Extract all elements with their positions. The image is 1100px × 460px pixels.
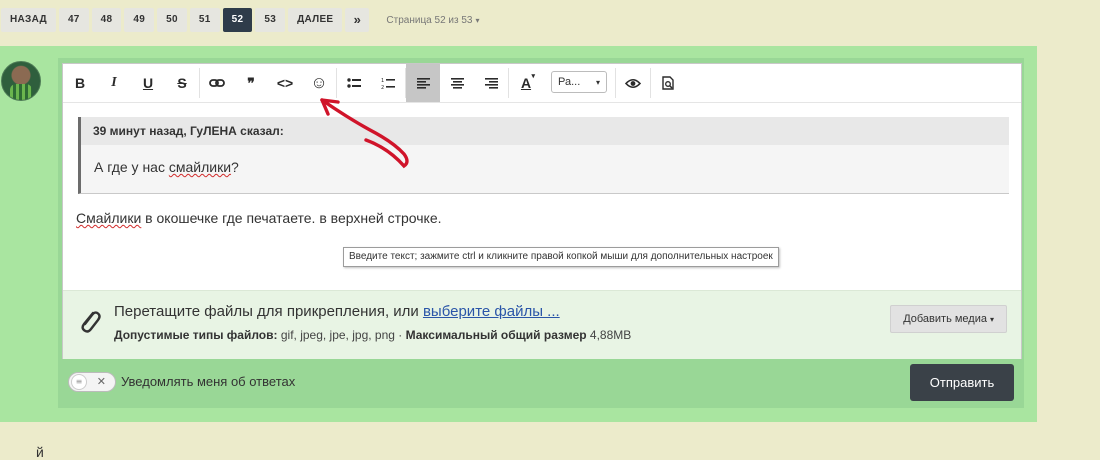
chevron-down-icon: ▾ <box>475 15 480 25</box>
font-size-select[interactable]: Ра... ▾ <box>551 71 607 93</box>
avatar[interactable] <box>1 61 41 101</box>
editor-hint-tooltip: Введите текст; зажмите ctrl и кликните п… <box>343 247 779 267</box>
numbered-list-icon: 1 2 <box>381 78 395 90</box>
allowed-types-value: gif, jpeg, jpe, jpg, png · <box>277 328 406 342</box>
pagination: НАЗАД 47 48 49 50 51 52 53 ДАЛЕЕ » Стран… <box>1 8 480 32</box>
quote-button[interactable]: ❞ <box>234 64 268 102</box>
smiley-icon: ☺ <box>310 73 328 92</box>
attachment-drag-text: Перетащите файлы для прикрепления, или <box>114 303 423 320</box>
align-center-button[interactable] <box>440 64 474 102</box>
message-rest: в окошечке где печатаете. в верхней стро… <box>141 210 442 226</box>
align-left-icon <box>416 77 430 89</box>
toggle-off-icon: ✕ <box>96 375 106 388</box>
preview-button[interactable] <box>616 64 650 102</box>
link-button[interactable] <box>200 64 234 102</box>
next-post-text-fragment: й <box>36 444 44 460</box>
quote-text-suffix: ? <box>231 159 239 175</box>
bold-button[interactable]: B <box>63 64 97 102</box>
add-media-button[interactable]: Добавить медиа ▾ <box>890 305 1007 333</box>
code-button[interactable]: <> <box>268 64 302 102</box>
rich-text-editor[interactable]: B I U S ❞ <> ☺ 1 2 A ▾ Ра... ▾ 39 минут … <box>62 63 1022 359</box>
submit-reply-button[interactable]: Отправить <box>910 364 1014 401</box>
allowed-types-label: Допустимые типы файлов: <box>114 328 278 342</box>
align-right-button[interactable] <box>474 64 508 102</box>
page-51-button[interactable]: 51 <box>189 8 220 32</box>
align-center-icon <box>450 77 464 89</box>
page-47-button[interactable]: 47 <box>58 8 89 32</box>
document-search-icon <box>661 76 674 90</box>
emoji-button[interactable]: ☺ <box>302 64 336 102</box>
numbered-list-button[interactable]: 1 2 <box>371 64 405 102</box>
editor-toolbar: B I U S ❞ <> ☺ 1 2 A ▾ Ра... ▾ <box>63 64 1021 103</box>
bullet-list-icon <box>347 78 361 88</box>
attachment-drop-zone[interactable]: Перетащите файлы для прикрепления, или в… <box>63 290 1021 359</box>
max-size-value: 4,88MB <box>586 328 632 342</box>
notify-replies-label: Уведомлять меня об ответах <box>121 374 296 389</box>
chevron-down-icon: ▾ <box>989 315 994 324</box>
attachment-limits: Допустимые типы файлов: gif, jpeg, jpe, … <box>114 328 631 342</box>
add-media-label: Добавить медиа <box>903 313 987 325</box>
quote-text-misspelled: смайлики <box>168 159 232 175</box>
quoted-post: 39 минут назад, ГуЛЕНА сказал: А где у н… <box>78 117 1009 194</box>
message-text[interactable]: Смайлики в окошечке где печатаете. в вер… <box>76 210 442 226</box>
page-info-label: Страница 52 из 53 <box>386 14 473 26</box>
notify-replies-toggle[interactable]: ≡ ✕ <box>68 372 116 392</box>
quote-icon: ❞ <box>247 74 255 91</box>
attachment-instructions: Перетащите файлы для прикрепления, или в… <box>114 303 560 320</box>
svg-text:2: 2 <box>381 85 384 90</box>
paperclip-icon <box>81 311 101 333</box>
max-size-label: Максимальный общий размер <box>405 328 587 342</box>
quote-header: 39 минут назад, ГуЛЕНА сказал: <box>81 117 1009 145</box>
bullet-list-button[interactable] <box>337 64 371 102</box>
page-50-button[interactable]: 50 <box>157 8 187 32</box>
source-view-button[interactable] <box>651 64 685 102</box>
align-left-button[interactable] <box>406 64 440 102</box>
align-right-icon <box>484 77 498 89</box>
eye-icon <box>625 78 641 88</box>
last-page-button[interactable]: » <box>345 8 370 32</box>
underline-button[interactable]: U <box>131 64 165 102</box>
choose-files-link[interactable]: выберите файлы ... <box>423 303 560 320</box>
page-53-button[interactable]: 53 <box>255 8 286 32</box>
chevron-down-icon: ▾ <box>531 73 535 80</box>
font-size-value: Ра... <box>558 76 581 88</box>
chevron-down-icon: ▾ <box>595 77 600 87</box>
quote-text-prefix: А где у нас <box>94 159 169 175</box>
page-48-button[interactable]: 48 <box>91 8 122 32</box>
prev-page-button[interactable]: НАЗАД <box>1 8 56 32</box>
font-color-icon: A <box>520 75 532 91</box>
italic-button[interactable]: I <box>97 64 131 102</box>
page-49-button[interactable]: 49 <box>124 8 155 32</box>
link-icon <box>209 79 225 87</box>
font-color-button[interactable]: A ▾ <box>509 64 543 102</box>
code-icon: <> <box>276 75 294 91</box>
strikethrough-button[interactable]: S <box>165 64 199 102</box>
toggle-knob: ≡ <box>71 374 87 390</box>
next-page-button[interactable]: ДАЛЕЕ <box>288 8 343 32</box>
quote-body: А где у нас смайлики? <box>81 145 1009 175</box>
page-jump-dropdown[interactable]: Страница 52 из 53 ▾ <box>386 15 479 26</box>
message-misspelled-word: Смайлики <box>76 210 142 226</box>
page-52-current-button[interactable]: 52 <box>222 8 253 32</box>
svg-text:1: 1 <box>381 78 384 84</box>
